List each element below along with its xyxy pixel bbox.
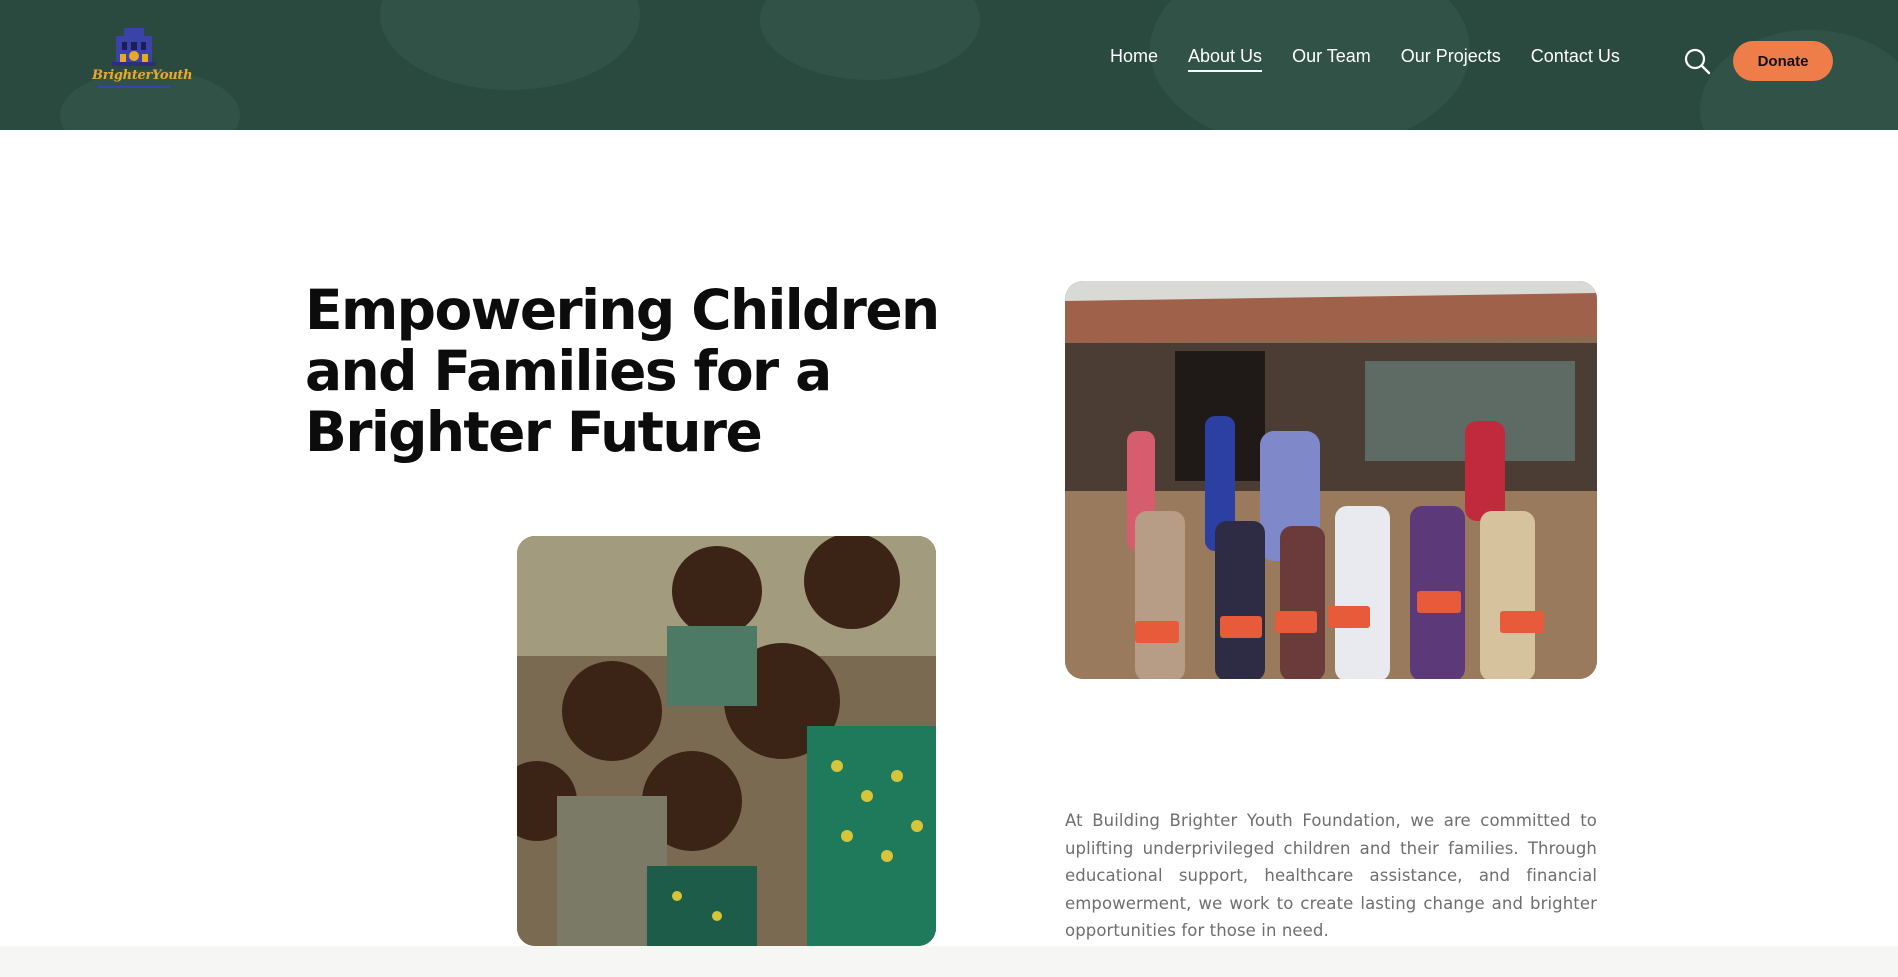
hero-title: Empowering Children and Families for a B… [305,278,940,464]
logo-text: BrighterYouth [92,68,193,83]
main-nav: Home About Us Our Team Our Projects Cont… [1110,46,1650,72]
smiling-children-photo [517,536,936,946]
donate-button[interactable]: Donate [1733,41,1833,81]
site-header: BrighterYouth Home About Us Our Team Our… [0,0,1898,130]
photo-illustration [1065,281,1597,679]
nav-our-projects[interactable]: Our Projects [1401,46,1501,72]
photo-illustration [517,536,936,946]
footer-strip [0,946,1898,977]
world-map-decoration [380,0,640,90]
world-map-decoration [760,0,980,80]
nav-home[interactable]: Home [1110,46,1158,72]
nav-contact-us[interactable]: Contact Us [1531,46,1620,72]
logo-underline [98,86,170,90]
nav-about-us[interactable]: About Us [1188,46,1263,72]
search-icon [1684,48,1711,75]
about-description: At Building Brighter Youth Foundation, w… [1065,811,1597,941]
site-logo[interactable]: BrighterYouth [92,26,193,94]
children-group-photo [1065,281,1597,679]
nav-our-team[interactable]: Our Team [1292,46,1371,72]
search-button[interactable] [1683,47,1711,75]
building-logo-icon [112,28,156,66]
